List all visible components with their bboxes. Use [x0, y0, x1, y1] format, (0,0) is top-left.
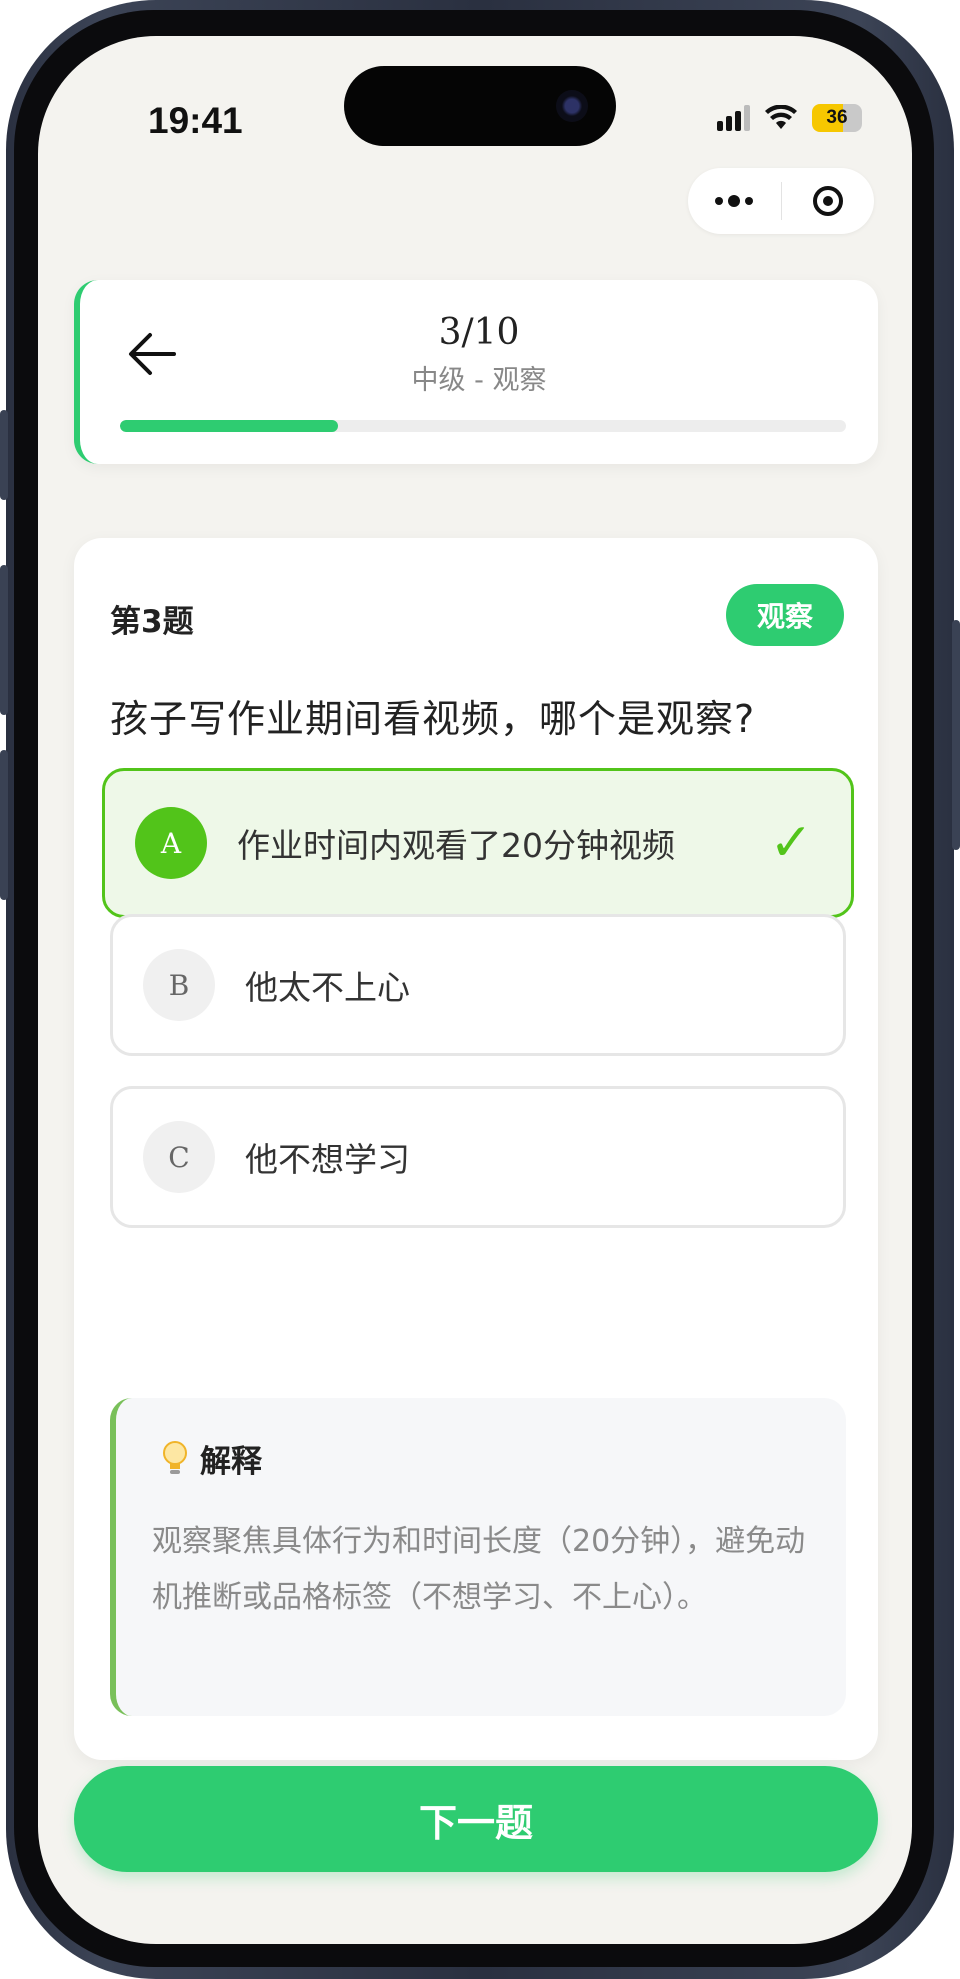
progress-header: 3/10 中级 - 观察 — [74, 280, 878, 464]
option-text: 他不想学习 — [245, 1140, 410, 1179]
option-text: 他太不上心 — [245, 968, 410, 1007]
explanation-title: 解释 — [200, 1444, 262, 1480]
explanation-box: 解释 观察聚焦具体行为和时间长度（20分钟），避免动机推断或品格标签（不想学习、… — [110, 1398, 846, 1716]
volume-up-button — [0, 565, 8, 715]
category-tag: 观察 — [726, 584, 844, 646]
status-icons: 36 — [717, 104, 862, 132]
explanation-text: 观察聚焦具体行为和时间长度（20分钟），避免动机推断或品格标签（不想学习、不上心… — [152, 1524, 806, 1615]
next-question-button[interactable]: 下一题 — [74, 1766, 878, 1872]
signal-icon — [717, 105, 750, 131]
target-icon — [812, 186, 843, 216]
option-letter: C — [143, 1121, 215, 1193]
more-dots-icon — [715, 195, 754, 207]
wifi-icon — [765, 105, 797, 129]
question-text: 孩子写作业期间看视频，哪个是观察? — [110, 697, 756, 741]
battery-icon: 36 — [812, 104, 862, 132]
option-letter: A — [135, 807, 207, 879]
level-label: 中级 - 观察 — [411, 365, 547, 396]
more-button[interactable] — [688, 168, 781, 234]
close-miniprogram-button[interactable] — [782, 168, 875, 234]
power-button — [952, 620, 960, 850]
screen: 19:41 36 3/10 中级 - 观察 第3题 观察 孩子写作业期间看视频，… — [38, 36, 912, 1944]
option-a[interactable]: A 作业时间内观看了20分钟视频 ✓ — [102, 768, 854, 918]
option-c[interactable]: C 他不想学习 — [110, 1086, 846, 1228]
option-b[interactable]: B 他太不上心 — [110, 914, 846, 1056]
question-card: 第3题 观察 孩子写作业期间看视频，哪个是观察? A 作业时间内观看了20分钟视… — [74, 538, 878, 1760]
volume-down-button — [0, 750, 8, 900]
explanation-header: 解释 — [162, 1436, 262, 1481]
option-letter: B — [143, 949, 215, 1021]
miniprogram-capsule — [688, 168, 874, 234]
progress-count: 3/10 — [438, 312, 520, 353]
option-text: 作业时间内观看了20分钟视频 — [237, 826, 675, 865]
camera-icon — [556, 90, 588, 122]
progress-bar — [120, 420, 846, 432]
progress-fill — [120, 420, 338, 432]
status-time: 19:41 — [148, 100, 243, 141]
question-number: 第3题 — [110, 604, 194, 640]
lightbulb-icon — [163, 1440, 187, 1474]
battery-level: 36 — [826, 107, 848, 128]
dynamic-island — [344, 66, 616, 146]
check-icon: ✓ — [769, 813, 813, 873]
action-button — [0, 410, 8, 500]
